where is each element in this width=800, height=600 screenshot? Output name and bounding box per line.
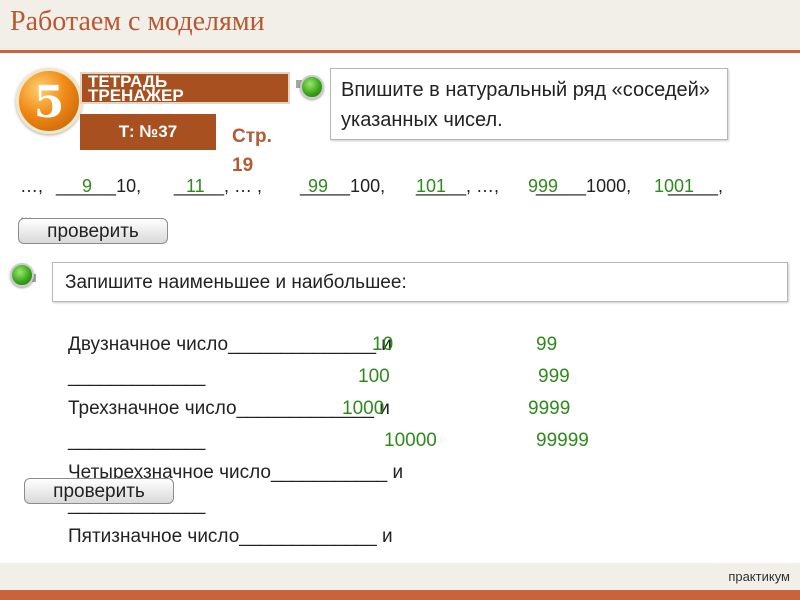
check-button-task2[interactable]: проверить <box>24 478 174 504</box>
five-digit-row: Пятизначное число_____________ и <box>68 526 393 547</box>
task1-instruction: Впишите в натуральный ряд «соседей» указ… <box>330 68 728 140</box>
answer-max-four-digit: 9999 <box>528 398 571 419</box>
answer-9: 9 <box>82 176 93 196</box>
answer-99: 99 <box>308 176 329 196</box>
footer-label: практикум <box>728 569 790 584</box>
task-number-label: Т: №37 <box>80 114 216 150</box>
sequence-part: …, <box>20 176 44 196</box>
answer-min-two-digit: 10 <box>372 334 394 355</box>
answer-max-two-digit: 99 <box>536 334 558 355</box>
number-sequence: …, ______10, _____, … , _____100, _____,… <box>20 176 750 204</box>
answer-min-four-digit: 1000 <box>342 398 385 419</box>
lesson-number: 5 <box>33 77 65 128</box>
answer-min-three-digit: 100 <box>358 366 390 387</box>
answer-999: 999 <box>528 176 559 196</box>
answer-11: 11 <box>186 176 205 196</box>
lesson-number-badge: 5 <box>16 68 82 134</box>
page-title: Работаем с моделями <box>10 6 265 37</box>
answer-max-five-digit: 99999 <box>536 430 589 451</box>
two-digit-blank: _____________ <box>68 366 206 387</box>
notebook-label-line2: ТРЕНАЖЕР <box>88 86 184 104</box>
answer-1001: 1001 <box>654 176 695 196</box>
answer-min-five-digit: 10000 <box>384 430 437 451</box>
footer-divider <box>0 590 800 600</box>
green-bullet-icon <box>10 263 34 287</box>
sequence-part: ______10, <box>56 176 142 196</box>
green-bullet-icon <box>300 75 324 99</box>
page-number-label: Стр. 19 <box>232 126 272 176</box>
notebook-label: ТЕТРАДЬ ТРЕНАЖЕР <box>80 72 290 104</box>
check-button-task1[interactable]: проверить <box>18 218 168 244</box>
header-band: Работаем с моделями <box>0 0 800 50</box>
answer-max-three-digit: 999 <box>538 366 570 387</box>
task2-instruction: Запишите наименьшее и наибольшее: <box>52 262 788 302</box>
answer-101: 101 <box>416 176 447 196</box>
three-digit-blank: _____________ <box>68 430 206 451</box>
footer-band: практикум <box>0 563 800 590</box>
two-digit-row: Двузначное число______________ и <box>68 334 392 355</box>
header-divider <box>0 50 800 53</box>
